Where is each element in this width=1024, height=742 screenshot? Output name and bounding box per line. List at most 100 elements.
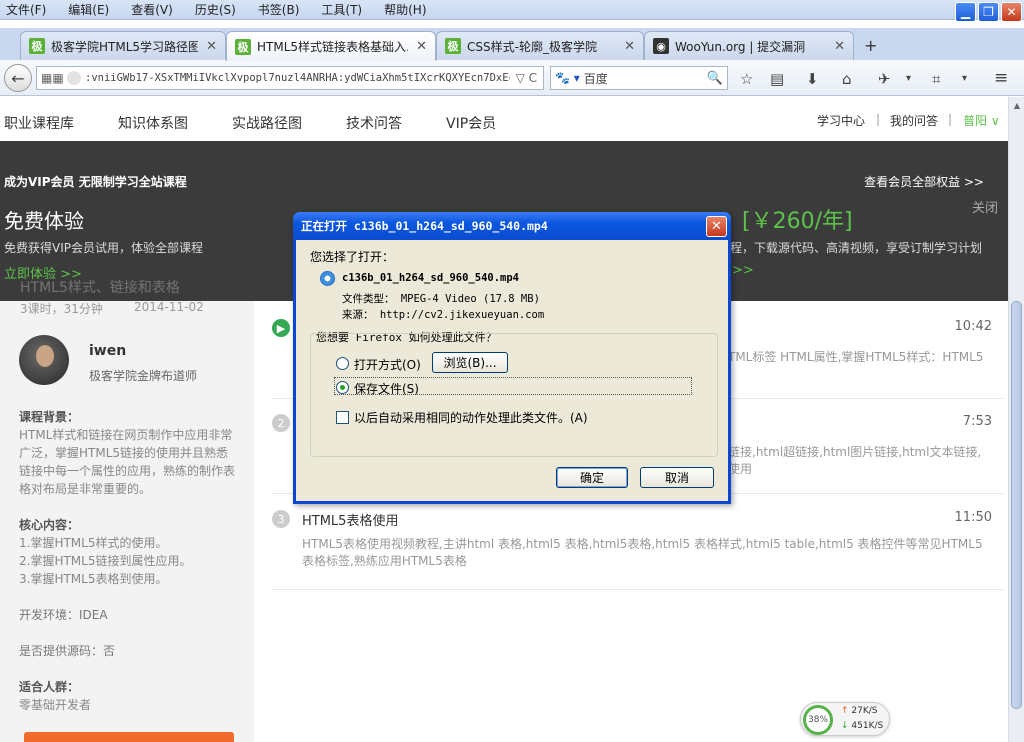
browse-button[interactable]: 浏览(B)... <box>432 352 508 373</box>
menu-help[interactable]: 帮助(H) <box>384 1 426 18</box>
addon-dropdown-icon[interactable]: ▾ <box>906 73 911 84</box>
menu-file[interactable]: 文件(F) <box>6 1 46 18</box>
network-speed-widget[interactable]: 38% ↑ 27K/S ↓ 451K/S <box>800 702 890 736</box>
lesson-title[interactable]: HTML5表格使用 <box>302 510 398 529</box>
free-trial-subtitle: 免费获得VIP会员试用，体验全部课程 <box>4 241 203 255</box>
dropdown-reload-icon[interactable]: ▽ C <box>516 71 537 85</box>
play-icon[interactable]: ▶ <box>272 319 290 337</box>
nav-my-questions[interactable]: 我的问答 <box>890 112 938 129</box>
nav-user-menu[interactable]: 普阳 ∨ <box>963 112 1000 129</box>
download-arrow-icon: ↓ <box>841 721 849 731</box>
scrollbar-thumb[interactable] <box>1011 301 1022 709</box>
lesson-duration: 11:50 <box>954 510 992 525</box>
window-close-button[interactable]: ✕ <box>1001 2 1022 22</box>
tab-close-icon[interactable]: ✕ <box>834 39 845 54</box>
dialog-close-button[interactable]: ✕ <box>706 216 727 237</box>
bookmarks-list-icon[interactable]: ▤ <box>770 70 784 88</box>
url-bar[interactable]: ▦▦ :vniiGWb17-XSxTMMiIVkclXvpopl7nuzl4AN… <box>36 66 544 90</box>
vip-subtitle: 程，下载源代码、高清视频，享受订制学习计划 <box>730 241 983 255</box>
auto-action-checkbox[interactable] <box>336 411 349 424</box>
nav-separator: | <box>948 112 953 126</box>
downloads-icon[interactable]: ⬇ <box>806 70 819 88</box>
addon-plane-icon[interactable]: ✈ <box>878 70 891 88</box>
tab-wooyun[interactable]: ◉ WooYun.org | 提交漏洞 ✕ <box>644 31 854 60</box>
tab-close-icon[interactable]: ✕ <box>624 39 635 54</box>
lesson-description: HTML5表格使用视频教程,主讲html 表格,html5 表格,html5表格… <box>302 537 983 568</box>
menu-history[interactable]: 历史(S) <box>195 1 236 18</box>
save-file-radio[interactable] <box>336 381 349 394</box>
page-scrollbar[interactable]: ▲ <box>1008 97 1024 742</box>
menu-bookmarks[interactable]: 书签(B) <box>258 1 300 18</box>
teacher-role: 极客学院金牌布道师 <box>89 369 198 383</box>
background-label: 课程背景： <box>19 410 80 424</box>
download-speed-value: 451K/S <box>851 721 884 731</box>
source-code-info: 是否提供源码：否 <box>19 644 116 658</box>
open-with-label[interactable]: 打开方式(O) <box>354 356 421 373</box>
jikexueyuan-favicon-icon: 极 <box>235 38 251 55</box>
lesson-item-3[interactable]: 3 HTML5表格使用 11:50 HTML5表格使用视频教程,主讲html 表… <box>272 510 1004 590</box>
tab-close-icon[interactable]: ✕ <box>206 39 217 54</box>
jikexueyuan-favicon-icon: 极 <box>29 38 45 54</box>
search-input[interactable]: 百度 <box>584 70 707 87</box>
tab-html5-path[interactable]: 极 极客学院HTML5学习路径图 ✕ <box>20 31 226 60</box>
core-item: 1.掌握HTML5样式的使用。 <box>19 536 168 550</box>
save-file-label[interactable]: 保存文件(S) <box>354 380 419 397</box>
dev-env: 开发环境：IDEA <box>19 608 108 622</box>
tab-label: 极客学院HTML5学习路径图 <box>51 39 199 54</box>
restore-button[interactable]: ❐ <box>978 2 999 22</box>
sidebar-action-button[interactable] <box>24 732 234 742</box>
baidu-engine-icon[interactable]: 🐾 ▾ <box>555 71 580 85</box>
tab-close-icon[interactable]: ✕ <box>416 39 427 54</box>
wooyun-favicon-icon: ◉ <box>653 38 669 54</box>
file-name: c136b_01_h264_sd_960_540.mp4 <box>342 272 520 284</box>
hamburger-menu-icon[interactable]: ≡ <box>994 68 1008 88</box>
cancel-button[interactable]: 取消 <box>640 467 714 488</box>
minimize-button[interactable]: ▁ <box>955 2 976 22</box>
back-button[interactable]: ← <box>4 64 32 92</box>
crop-dropdown-icon[interactable]: ▾ <box>962 73 967 84</box>
nav-knowledge-map[interactable]: 知识体系图 <box>118 113 188 133</box>
banner-close-button[interactable]: 关闭 <box>972 197 998 216</box>
dialog-title-bar[interactable]: 正在打开 c136b_01_h264_sd_960_540.mp4 ✕ <box>293 212 731 240</box>
speed-percent: 38% <box>803 705 833 735</box>
bookmark-star-icon[interactable]: ☆ <box>740 70 753 88</box>
scroll-up-arrow-icon[interactable]: ▲ <box>1009 97 1024 113</box>
url-text[interactable]: :vniiGWb17-XSxTMMiIVkclXvpopl7nuzl4ANRHA… <box>85 72 510 84</box>
screenshot-crop-icon[interactable]: ⌗ <box>932 70 940 88</box>
jikexueyuan-favicon-icon: 极 <box>445 38 461 54</box>
nav-qa[interactable]: 技术问答 <box>346 113 402 133</box>
core-item: 2.掌握HTML5链接到属性应用。 <box>19 554 192 568</box>
window-controls: ▁ ❐ ✕ <box>955 2 1022 22</box>
vip-benefits-link[interactable]: 查看会员全部权益 >> <box>864 173 984 190</box>
menu-view[interactable]: 查看(V) <box>131 1 173 18</box>
open-file-dialog: 正在打开 c136b_01_h264_sd_960_540.mp4 ✕ 您选择了… <box>293 212 731 504</box>
teacher-avatar[interactable] <box>19 335 69 385</box>
open-with-radio[interactable] <box>336 357 349 370</box>
new-tab-plus-icon[interactable]: + <box>864 36 877 55</box>
chosen-label: 您选择了打开： <box>310 250 395 264</box>
lesson-number: 3 <box>272 510 290 528</box>
nav-courses[interactable]: 职业课程库 <box>4 113 74 133</box>
file-type: 文件类型： MPEG-4 Video (17.8 MB) <box>342 293 540 305</box>
menu-edit[interactable]: 编辑(E) <box>68 1 109 18</box>
nav-separator: | <box>876 112 881 126</box>
nav-learning-center[interactable]: 学习中心 <box>817 112 865 129</box>
vip-link[interactable]: >> <box>732 263 754 278</box>
menu-tools[interactable]: 工具(T) <box>321 1 362 18</box>
audience-label: 适合人群： <box>19 680 80 694</box>
nav-path-map[interactable]: 实战路径图 <box>232 113 302 133</box>
search-icon[interactable]: 🔍 <box>707 71 723 86</box>
tab-html5-styles-active[interactable]: 极 HTML5样式链接表格基础入… ✕ <box>226 31 436 61</box>
teacher-name[interactable]: iwen <box>89 343 126 359</box>
site-identity-icon[interactable] <box>67 71 81 85</box>
auto-action-label[interactable]: 以后自动采用相同的动作处理此类文件。(A) <box>354 409 588 426</box>
home-icon[interactable]: ⌂ <box>842 70 852 88</box>
tiles-icon[interactable]: ▦▦ <box>41 71 64 85</box>
dialog-title: 正在打开 c136b_01_h264_sd_960_540.mp4 <box>301 219 548 233</box>
ok-button[interactable]: 确定 <box>556 467 628 488</box>
tab-label: HTML5样式链接表格基础入… <box>257 40 409 54</box>
tab-css-outline[interactable]: 极 CSS样式-轮廓_极客学院 ✕ <box>436 31 644 60</box>
search-bar[interactable]: 🐾 ▾ 百度 🔍 <box>550 66 728 90</box>
nav-vip[interactable]: VIP会员 <box>446 113 496 133</box>
lesson-number: 2 <box>272 414 290 432</box>
